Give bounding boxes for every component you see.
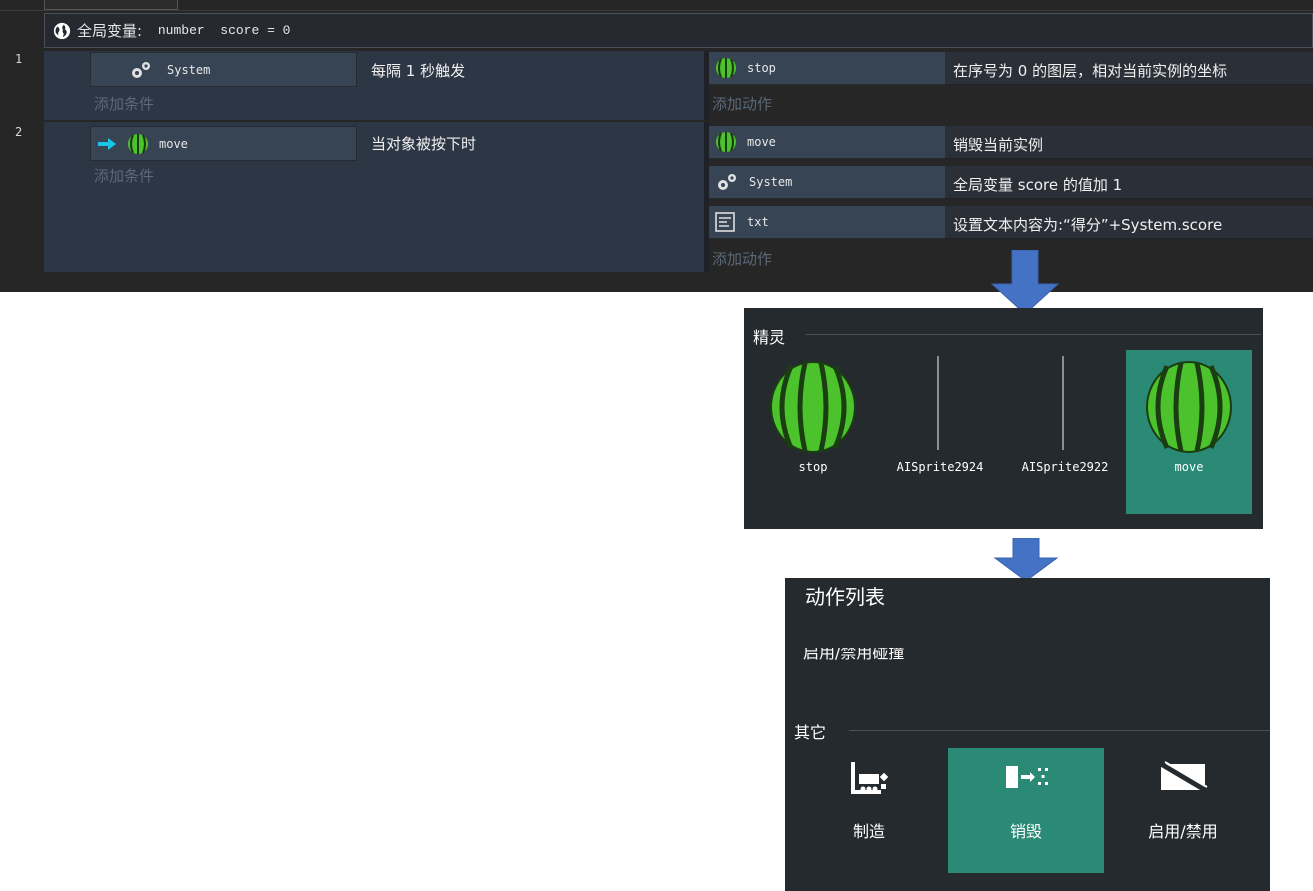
condition-object-move[interactable]: move xyxy=(90,126,357,161)
sheet-tab[interactable] xyxy=(44,0,178,10)
action-list-panel: 动作列表 启用/禁用碰撞 其它 制造 销毁 启用/禁用 xyxy=(785,578,1270,891)
action-object-name: txt xyxy=(747,215,769,229)
condition-text: 当对象被按下时 xyxy=(371,135,477,153)
action-item-enable-disable[interactable]: 启用/禁用 xyxy=(1105,748,1261,873)
action-object-name: System xyxy=(749,175,793,189)
sprite-name: stop xyxy=(798,460,828,474)
partial-item-clip: 启用/禁用碰撞 xyxy=(803,648,1003,660)
add-condition-link[interactable]: 添加条件 xyxy=(94,165,154,186)
add-condition-link[interactable]: 添加条件 xyxy=(94,93,154,114)
event-margin[interactable] xyxy=(44,51,90,120)
condition-object-name: move xyxy=(159,136,188,151)
sprite-name: move xyxy=(1174,460,1204,474)
gears-icon xyxy=(718,174,736,190)
event-sheet-top-strip xyxy=(0,0,1313,11)
placeholder-bar xyxy=(1062,356,1064,450)
event-number: 1 xyxy=(15,52,23,66)
spawn-icon xyxy=(851,762,889,794)
sprite-panel: 精灵 stop AISprite2924 AISprite2922 move xyxy=(744,308,1263,529)
event-margin[interactable] xyxy=(44,122,90,272)
add-action-link[interactable]: 添加动作 xyxy=(712,248,772,269)
sprite-item-aisprite2924[interactable]: AISprite2924 xyxy=(878,350,1002,514)
action-item-label: 启用/禁用 xyxy=(1148,822,1218,841)
condition-object-name: System xyxy=(167,62,211,77)
action-item-label: 制造 xyxy=(852,822,885,841)
sprite-item-aisprite2922[interactable]: AISprite2922 xyxy=(1003,350,1127,514)
watermelon-icon xyxy=(716,58,736,78)
action-text: 销毁当前实例 xyxy=(953,136,1044,154)
down-arrow-icon xyxy=(990,250,1060,315)
watermelon-icon xyxy=(128,133,148,154)
section-title: 其它 xyxy=(794,723,827,742)
action-text: 设置文本内容为:“得分”+System.score xyxy=(953,216,1223,234)
watermelon-icon xyxy=(716,132,736,152)
action-item-destroy[interactable]: 销毁 xyxy=(948,748,1104,873)
action-object-system[interactable]: System xyxy=(709,166,945,199)
gears-icon xyxy=(132,61,150,78)
watermelon-icon xyxy=(1146,361,1232,453)
action-text: 在序号为 0 的图层，相对当前实例的坐标 xyxy=(953,62,1228,80)
watermelon-icon xyxy=(770,361,856,453)
add-action-link[interactable]: 添加动作 xyxy=(712,93,772,114)
action-object-name: move xyxy=(747,135,776,149)
action-text: 全局变量 score 的值加 1 xyxy=(953,176,1123,194)
partial-action-item[interactable]: 启用/禁用碰撞 xyxy=(803,648,904,660)
sprite-panel-title: 精灵 xyxy=(753,328,786,347)
action-object-stop[interactable]: stop xyxy=(709,52,945,85)
action-object-name: stop xyxy=(747,61,776,75)
down-arrow-icon xyxy=(993,538,1059,582)
condition-object-system[interactable]: System xyxy=(90,52,357,87)
global-variable-label: 全局变量: xyxy=(77,22,143,40)
action-item-label: 销毁 xyxy=(1009,822,1042,841)
arrow-right-icon xyxy=(98,137,116,150)
action-list-title: 动作列表 xyxy=(805,585,885,609)
action-object-txt[interactable]: txt xyxy=(709,206,945,239)
global-variable-declaration: number score = 0 xyxy=(150,23,291,38)
event-sheet: 全局变量: number score = 0 1 System 每隔 1 秒触发… xyxy=(0,0,1313,292)
placeholder-bar xyxy=(937,356,939,450)
section-divider xyxy=(806,334,1261,335)
sprite-item-stop[interactable]: stop xyxy=(760,350,894,514)
section-divider xyxy=(849,730,1270,731)
enable-disable-icon xyxy=(1159,761,1208,793)
action-object-move[interactable]: move xyxy=(709,126,945,159)
globe-icon xyxy=(53,22,71,39)
action-item-spawn[interactable]: 制造 xyxy=(791,748,947,873)
sprite-name: AISprite2924 xyxy=(896,460,984,474)
destroy-icon xyxy=(1006,766,1048,788)
event-number: 2 xyxy=(15,125,23,139)
global-variable-row[interactable]: 全局变量: number score = 0 xyxy=(44,13,1313,48)
sprite-item-move[interactable]: move xyxy=(1126,350,1252,514)
sprite-name: AISprite2922 xyxy=(1021,460,1109,474)
condition-text: 每隔 1 秒触发 xyxy=(371,62,466,80)
text-box-icon xyxy=(715,212,735,232)
